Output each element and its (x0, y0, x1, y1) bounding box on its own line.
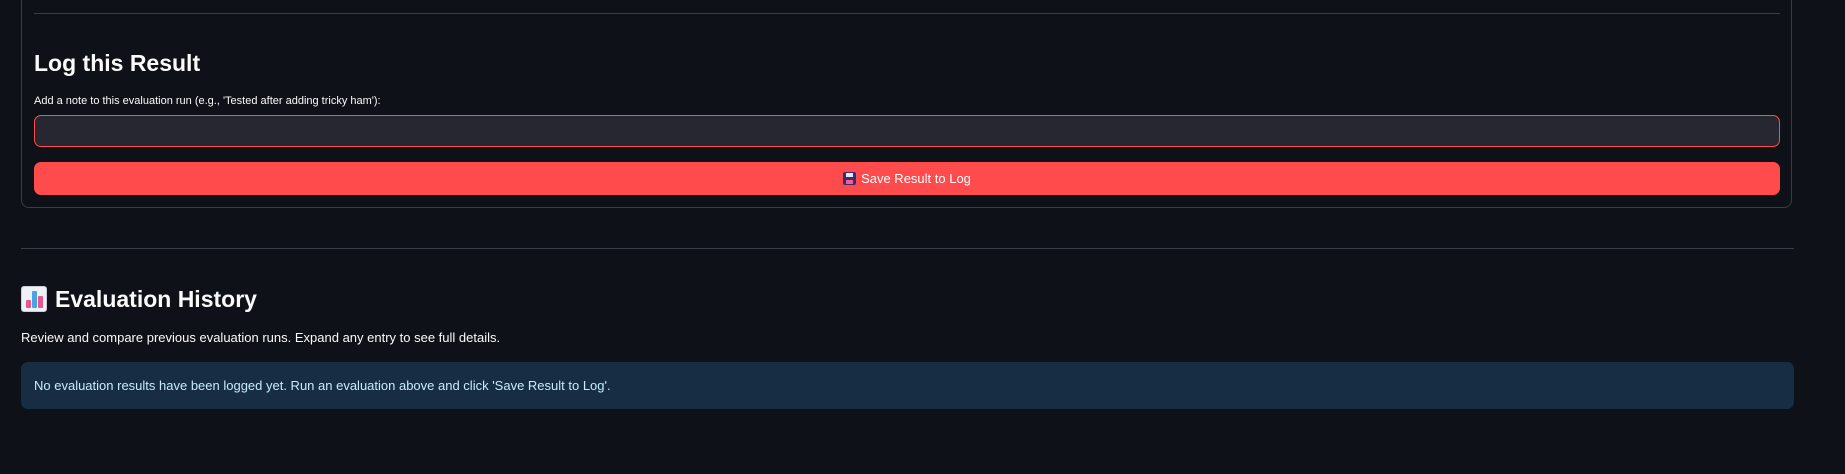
history-title-text: Evaluation History (55, 286, 257, 312)
note-input[interactable] (34, 115, 1780, 147)
floppy-disk-icon (843, 172, 857, 185)
app-main: Log this Result Add a note to this evalu… (0, 0, 1845, 474)
info-message: No evaluation results have been logged y… (34, 378, 611, 393)
log-section-title: Log this Result (34, 50, 201, 76)
history-section-title: Evaluation History (21, 283, 257, 315)
card-divider (34, 13, 1780, 14)
save-button-label: Save Result to Log (861, 171, 971, 186)
note-field-label: Add a note to this evaluation run (e.g.,… (34, 95, 381, 107)
history-description: Review and compare previous evaluation r… (21, 330, 501, 345)
bar-chart-icon (21, 286, 47, 312)
section-divider (21, 248, 1794, 249)
info-alert: No evaluation results have been logged y… (21, 362, 1794, 409)
save-result-button[interactable]: Save Result to Log (34, 162, 1780, 195)
